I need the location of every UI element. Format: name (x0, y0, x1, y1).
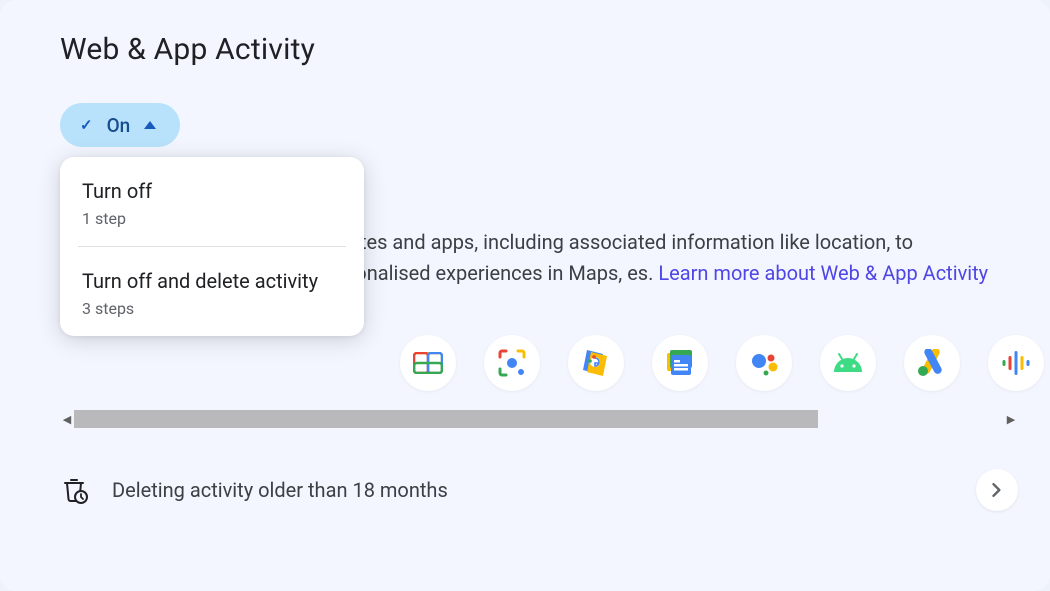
google-assistant-icon (749, 348, 779, 378)
dropdown-item-subtitle: 1 step (82, 209, 342, 228)
app-icon-google-shopping[interactable] (568, 335, 624, 391)
app-icon-google-ads[interactable] (904, 335, 960, 391)
check-icon: ✓ (80, 116, 93, 134)
app-icon-row (60, 335, 1018, 391)
google-tv-icon (413, 352, 443, 374)
page-title: Web & App Activity (60, 32, 1018, 67)
dropdown-item-turn-off[interactable]: Turn off 1 step (60, 157, 364, 246)
auto-delete-label: Deleting activity older than 18 months (112, 478, 954, 502)
activity-card: Web & App Activity ✓ On Turn off 1 step … (0, 0, 1050, 591)
google-shopping-icon (581, 348, 611, 378)
google-podcasts-icon (1002, 349, 1030, 377)
app-icon-android[interactable] (820, 335, 876, 391)
status-dropdown: Turn off 1 step Turn off and delete acti… (60, 157, 364, 336)
auto-delete-chevron-button[interactable] (976, 469, 1018, 511)
android-icon (832, 352, 864, 374)
status-pill[interactable]: ✓ On (60, 103, 180, 147)
scroll-right-icon[interactable]: ▶ (1004, 410, 1018, 428)
app-icon-row-container: ◀ ▶ (60, 335, 1018, 429)
icon-scrollbar[interactable]: ◀ ▶ (60, 409, 1018, 429)
google-news-icon (665, 349, 695, 377)
scroll-left-icon[interactable]: ◀ (60, 410, 74, 428)
status-pill-container: ✓ On Turn off 1 step Turn off and delete… (60, 103, 180, 147)
app-icon-google-podcasts[interactable] (988, 335, 1044, 391)
dropdown-item-turn-off-delete[interactable]: Turn off and delete activity 3 steps (60, 247, 364, 336)
app-icon-google-assistant[interactable] (736, 335, 792, 391)
google-ads-icon (917, 349, 947, 377)
chevron-right-icon (990, 483, 1004, 497)
app-icon-google-lens[interactable] (484, 335, 540, 391)
scrollbar-track[interactable] (74, 410, 1004, 428)
auto-delete-row[interactable]: Deleting activity older than 18 months (60, 469, 1018, 511)
status-pill-label: On (107, 114, 131, 137)
dropdown-item-title: Turn off (82, 179, 342, 203)
app-icon-google-news[interactable] (652, 335, 708, 391)
learn-more-link[interactable]: Learn more about Web & App Activity (658, 261, 988, 285)
app-icon-google-tv[interactable] (400, 335, 456, 391)
google-lens-icon (497, 348, 527, 378)
auto-delete-icon (60, 475, 90, 505)
dropdown-item-title: Turn off and delete activity (82, 269, 342, 293)
scrollbar-thumb[interactable] (74, 410, 818, 428)
dropdown-item-subtitle: 3 steps (82, 299, 342, 318)
caret-up-icon (144, 121, 156, 129)
